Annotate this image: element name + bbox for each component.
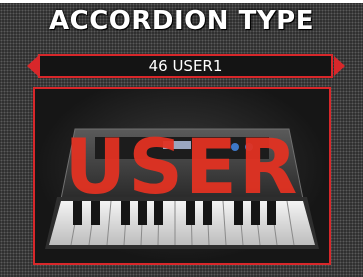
arrow-left-icon[interactable] xyxy=(27,56,38,76)
display-screen: ACCORDION TYPE 46 USER1 USER xyxy=(0,0,363,277)
caption-strip xyxy=(0,0,363,3)
arrow-right-icon[interactable] xyxy=(334,56,345,76)
accordion-image: USER xyxy=(33,87,331,265)
selected-value-field[interactable]: 46 USER1 xyxy=(38,54,333,78)
user-overlay-label: USER xyxy=(64,122,300,211)
screen-title: ACCORDION TYPE xyxy=(49,6,314,36)
